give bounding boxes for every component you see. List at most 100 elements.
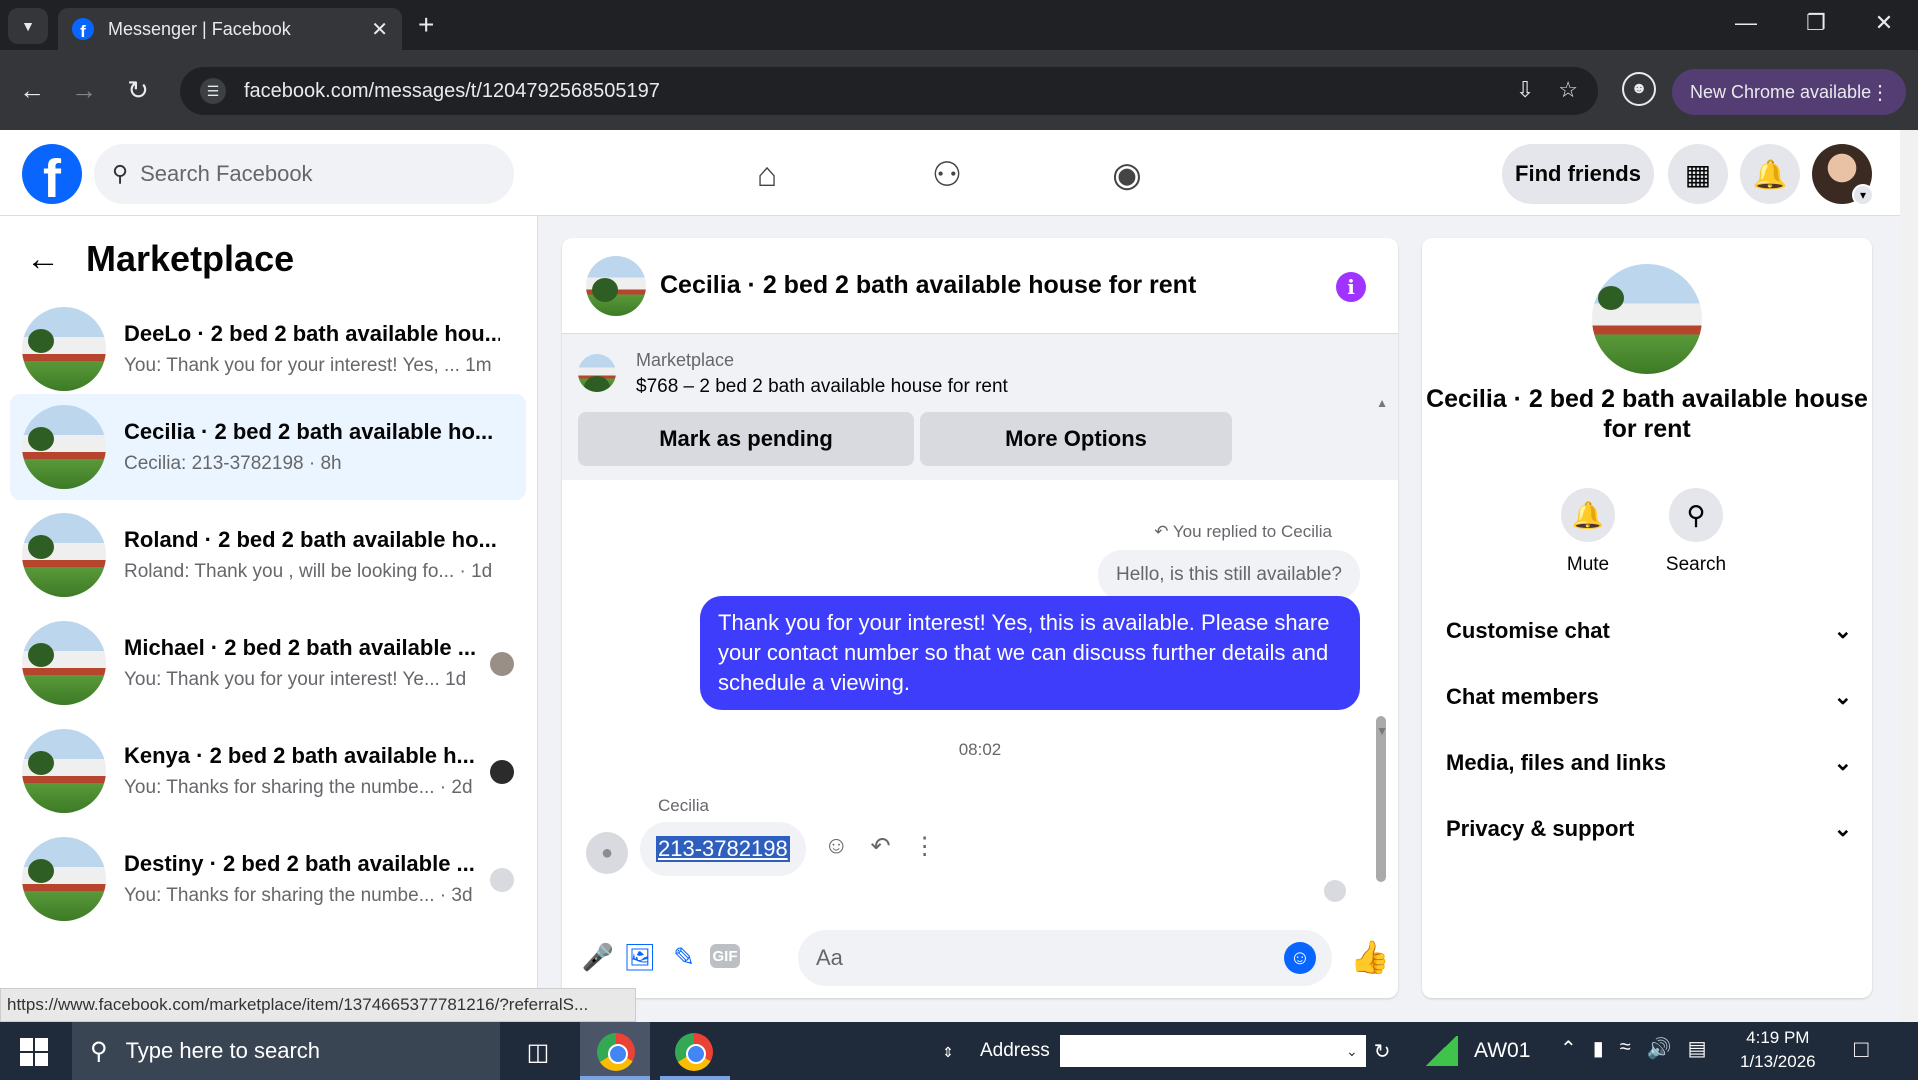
info-icon[interactable]: i [1336,272,1366,302]
gif-icon[interactable]: GIF [710,944,740,968]
notifications-bell-icon[interactable]: 🔔 [1740,144,1800,204]
reload-button[interactable]: ↻ [118,70,158,110]
new-chrome-available-button[interactable]: New Chrome available ⋮ [1672,69,1906,115]
task-view-icon[interactable]: ◫ [516,1030,560,1074]
chrome-app-icon[interactable] [672,1030,716,1074]
conversation-list-panel: ← Marketplace DeeLo · 2 bed 2 bath avail… [0,216,538,1022]
back-arrow-icon[interactable]: ← [26,240,60,279]
chevron-up-icon[interactable]: ⌃ [1560,1036,1577,1061]
chrome-app-icon[interactable] [594,1030,638,1074]
phone-number-link[interactable]: 213-3782198 [656,836,790,862]
media-files-links-section[interactable]: Media, files and links ⌄ [1446,750,1852,776]
section-label: Customise chat [1446,618,1610,643]
reply-icon: ↶ [1154,522,1169,541]
account-avatar[interactable]: ▾ [1812,144,1874,206]
react-emoji-icon[interactable]: ☺ [824,832,849,861]
forward-button[interactable]: → [64,70,104,110]
more-options-button[interactable]: More Options [920,412,1232,466]
microphone-icon[interactable]: 🎤 [580,942,616,973]
install-app-icon[interactable]: ⇩ [1516,77,1534,103]
conversation-item-active[interactable]: Cecilia · 2 bed 2 bath available ho... C… [10,394,526,500]
address-input[interactable]: ⌄ [1059,1035,1366,1067]
their-message-bubble[interactable]: 213-3782198 [640,822,806,876]
facebook-logo-icon[interactable]: f [22,144,82,204]
groups-icon[interactable]: ◉ [1102,150,1152,200]
find-friends-button[interactable]: Find friends [1502,144,1654,204]
mark-as-pending-button[interactable]: Mark as pending [578,412,914,466]
search-in-chat-button[interactable]: ⚲ Search [1656,488,1736,576]
sticker-icon[interactable]: ✎ [666,942,702,973]
dropdown-chevron-icon[interactable]: ⌄ [1346,1043,1358,1060]
notification-center-icon[interactable]: □ [1854,1036,1869,1064]
wifi-icon[interactable]: ≈ [1620,1036,1631,1061]
conversation-item[interactable]: DeeLo · 2 bed 2 bath available hou... Yo… [10,296,526,402]
conversation-preview: You: Thanks for sharing the numbe... · 3… [124,885,473,906]
chat-members-section[interactable]: Chat members ⌄ [1446,684,1852,710]
privacy-support-section[interactable]: Privacy & support ⌄ [1446,816,1852,842]
new-tab-button[interactable]: + [418,11,434,39]
message-input[interactable]: Aa ☺ [798,930,1332,986]
link-status-url: https://www.facebook.com/marketplace/ite… [0,988,636,1022]
reply-note: ↶ You replied to Cecilia [1154,522,1332,542]
default-avatar-icon[interactable]: ● [586,832,628,874]
customise-chat-section[interactable]: Customise chat ⌄ [1446,618,1852,644]
back-button[interactable]: ← [12,70,52,110]
home-icon[interactable]: ⌂ [742,150,792,200]
close-tab-icon[interactable]: ✕ [371,17,388,42]
bookmark-star-icon[interactable]: ☆ [1558,77,1578,103]
emoji-icon[interactable]: ☺ [1284,942,1316,974]
chat-avatar[interactable] [586,255,646,316]
browser-toolbar: ← → ↻ ☰ facebook.com/messages/t/12047925… [0,50,1918,130]
message-composer: 🎤 🖼 ✎ GIF Aa ☺ 👍 [562,918,1398,998]
device-icon[interactable]: ▤ [1688,1036,1707,1061]
thumbs-up-icon[interactable]: 👍 [1350,938,1390,976]
facebook-search-input[interactable]: ⚲ Search Facebook [94,144,514,204]
site-info-icon[interactable]: ☰ [200,78,226,104]
chrome-menu-icon[interactable]: ⋮ [1870,80,1890,105]
mute-button[interactable]: 🔔 Mute [1548,488,1628,576]
network-app[interactable]: AW01 [1424,1036,1530,1066]
page-scrollbar[interactable] [1900,130,1918,1022]
battery-icon[interactable]: ▮ [1593,1036,1604,1061]
conversation-name: Roland · 2 bed 2 bath available ho... [124,527,497,552]
conversation-info-panel: Cecilia · 2 bed 2 bath available house f… [1422,238,1872,998]
listing-thumbnail [22,307,106,391]
minimize-window-button[interactable]: — [1726,10,1766,36]
tab-title: Messenger | Facebook [108,18,291,39]
conversation-name: DeeLo · 2 bed 2 bath available hou... [124,321,500,346]
conversation-item[interactable]: Roland · 2 bed 2 bath available ho... Ro… [10,502,526,608]
refresh-icon[interactable]: ↻ [1374,1039,1391,1064]
more-vertical-icon[interactable]: ⋮ [913,832,937,861]
conversation-item[interactable]: Kenya · 2 bed 2 bath available h... You:… [10,718,526,824]
scroll-up-arrow-icon[interactable]: ▲ [1376,396,1388,410]
listing-title[interactable]: $768 – 2 bed 2 bath available house for … [636,376,1008,398]
conversation-preview: You: Thank you for your interest! Ye... … [124,669,467,690]
windows-start-icon[interactable] [20,1038,48,1066]
menu-grid-icon[interactable]: ▦ [1668,144,1728,204]
chat-title[interactable]: Cecilia · 2 bed 2 bath available house f… [660,271,1196,300]
reply-note-text: You replied to Cecilia [1172,522,1332,541]
quoted-message[interactable]: Hello, is this still available? [1098,550,1360,600]
chat-scrollbar-thumb[interactable] [1376,716,1386,882]
reply-icon[interactable]: ↶ [871,832,891,861]
taskbar-clock[interactable]: 4:19 PM 1/13/2026 [1740,1026,1816,1074]
conversation-item[interactable]: Michael · 2 bed 2 bath available ... You… [10,610,526,716]
restore-window-button[interactable]: ❐ [1796,10,1836,36]
chat-header: Cecilia · 2 bed 2 bath available house f… [562,238,1398,334]
info-title: Cecilia · 2 bed 2 bath available house f… [1426,385,1868,443]
listing-thumbnail [22,837,106,921]
chrome-profile-icon[interactable]: ☻ [1622,72,1656,106]
address-bar[interactable]: ☰ facebook.com/messages/t/12047925685051… [180,67,1598,115]
browser-tab[interactable]: f Messenger | Facebook ✕ [58,8,402,50]
my-message-bubble[interactable]: Thank you for your interest! Yes, this i… [700,596,1360,710]
close-window-button[interactable]: ✕ [1864,10,1904,36]
conversation-item[interactable]: Destiny · 2 bed 2 bath available ... You… [10,826,526,932]
conversation-name: Destiny · 2 bed 2 bath available ... [124,851,475,876]
toolbar-scroll-arrows-icon[interactable]: ⇕ [936,1030,960,1074]
tab-search-button[interactable]: ▼ [8,8,48,44]
photo-attach-icon[interactable]: 🖼 [622,942,658,973]
friends-icon[interactable]: ⚇ [922,150,972,200]
taskbar-search-input[interactable]: ⚲ Type here to search [72,1022,500,1080]
volume-icon[interactable]: 🔊 [1647,1036,1672,1061]
scroll-down-arrow-icon[interactable]: ▼ [1376,724,1388,738]
